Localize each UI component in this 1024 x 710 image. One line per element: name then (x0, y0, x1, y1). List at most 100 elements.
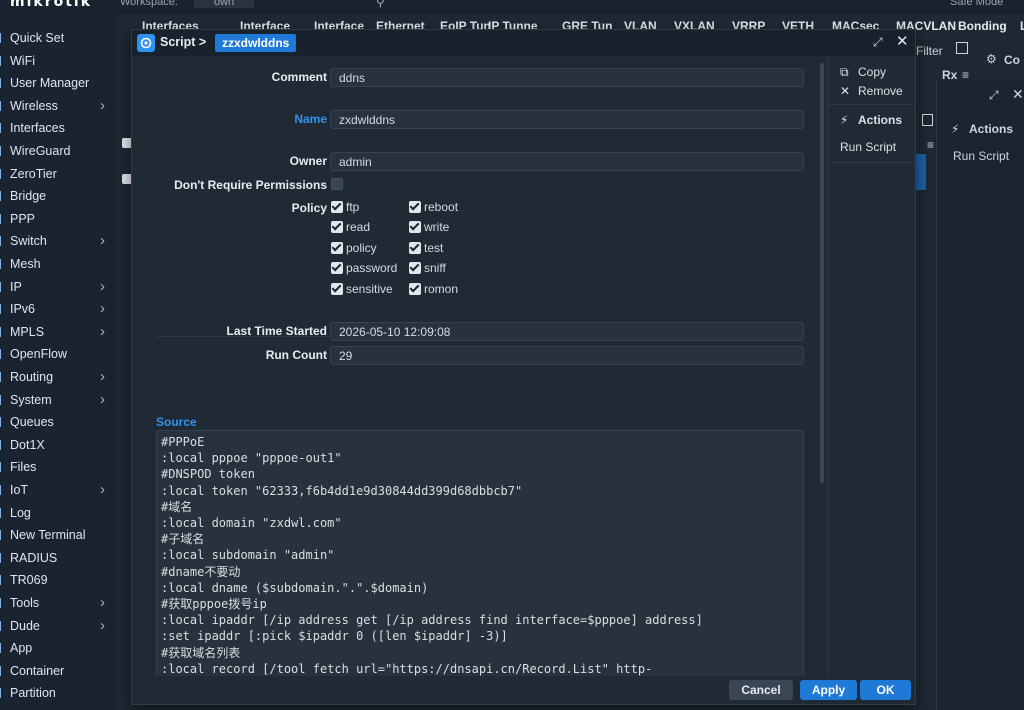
sidebar-item-zerotier[interactable]: ZeroTier (0, 163, 116, 185)
sidebar-item-partition[interactable]: Partition (0, 682, 116, 704)
top-bar: Workspace: own ⚲ Safe Mode (116, 0, 1024, 14)
sidebar-item-container[interactable]: Container (0, 660, 116, 682)
owner-field[interactable]: admin (330, 152, 804, 171)
run-script-link[interactable]: Run Script (953, 149, 1009, 163)
sidebar-item-iot[interactable]: IoT › (0, 479, 116, 501)
policy-read-checkbox[interactable] (331, 221, 343, 234)
sidebar-item-routing[interactable]: Routing › (0, 366, 116, 388)
sidebar-item-new-terminal[interactable]: New Terminal (0, 524, 116, 546)
policy-romon-checkbox[interactable] (409, 282, 421, 295)
policy-reboot-checkbox[interactable] (409, 201, 421, 213)
policy-policy-checkbox[interactable] (331, 241, 343, 254)
run-script-button[interactable]: Run Script (840, 140, 896, 154)
restore-icon[interactable]: ⤢ (873, 35, 883, 50)
menu-item-icon (0, 372, 3, 382)
ok-button[interactable]: OK (860, 680, 911, 700)
filter-label[interactable]: Filter (916, 44, 943, 58)
menu-item-icon (0, 439, 3, 450)
sidebar-item-log[interactable]: Log (0, 502, 116, 524)
sidebar-item-ipv6[interactable]: IPv6 › (0, 298, 116, 320)
chevron-right-icon: › (100, 322, 105, 340)
actions-heading: Actions (858, 113, 903, 127)
apply-button[interactable]: Apply (800, 680, 857, 700)
sidebar-item-mesh[interactable]: Mesh (0, 253, 116, 275)
sidebar-item-interfaces[interactable]: Interfaces (0, 117, 116, 139)
owner-label: Owner (289, 154, 327, 168)
source-line: #获取pppoe拨号ip (161, 597, 267, 611)
source-line: #dname不要动 (161, 564, 241, 579)
chevron-right-icon: › (100, 390, 105, 408)
menu-item-icon (0, 485, 3, 495)
sidebar-item-system[interactable]: System › (0, 389, 116, 411)
sidebar-item-wireguard[interactable]: WireGuard (0, 140, 116, 162)
tab-bonding[interactable]: Bonding (958, 14, 1007, 38)
cancel-button[interactable]: Cancel (729, 680, 793, 700)
menu-lines-icon[interactable]: ≡ (927, 138, 934, 152)
policy-write-checkbox[interactable] (409, 221, 421, 234)
sidebar-item-ppp[interactable]: PPP (0, 208, 116, 230)
close-icon[interactable]: ✕ (896, 32, 909, 50)
search-icon[interactable]: ⚲ (376, 0, 385, 9)
source-editor[interactable]: #PPPoE:local pppoe "pppoe-out1" #DNSPOD t… (156, 430, 804, 676)
form-scrollbar[interactable] (820, 63, 824, 483)
close-icon[interactable]: ✕ (1012, 86, 1024, 103)
comment-field[interactable]: ddns (330, 68, 804, 87)
sidebar-item-label: App (10, 641, 33, 656)
sidebar-item-label: WiFi (10, 53, 35, 68)
dont-require-permissions-checkbox[interactable] (331, 178, 343, 190)
sidebar-item-wifi[interactable]: WiFi (0, 50, 116, 72)
sidebar-item-label: New Terminal (10, 528, 86, 543)
menu-item-icon (0, 191, 3, 202)
sidebar-item-ip[interactable]: IP › (0, 276, 116, 298)
sidebar-item-mpls[interactable]: MPLS › (0, 321, 116, 343)
policy-password-checkbox[interactable] (331, 262, 343, 275)
divider (828, 162, 916, 163)
safe-mode-label[interactable]: Safe Mode (950, 0, 1003, 8)
sidebar-item-openflow[interactable]: OpenFlow (0, 343, 116, 365)
copy-button[interactable]: Copy (858, 65, 886, 79)
policy-sniff-checkbox[interactable] (409, 262, 421, 275)
menu-item-icon (0, 417, 3, 428)
menu-item-icon (0, 281, 3, 292)
sidebar-item-tools[interactable]: Tools › (0, 592, 116, 614)
sidebar-item-dude[interactable]: Dude › (0, 615, 116, 637)
policy-write-label: write (424, 220, 450, 235)
sidebar-item-user-manager[interactable]: User Manager (0, 72, 116, 94)
columns-tab-label[interactable]: Co (1004, 53, 1020, 67)
menu-item-icon (0, 33, 3, 43)
panel-toggle-icon[interactable] (922, 114, 933, 126)
source-line: :local subdomain "admin" (161, 548, 335, 563)
sidebar-item-app[interactable]: App (0, 637, 116, 659)
sidebar-item-wireless[interactable]: Wireless › (0, 95, 116, 117)
sidebar-item-label: Wireless (10, 98, 58, 113)
mikrotik-logo: MikroTik (10, 0, 93, 10)
policy-test-checkbox[interactable] (409, 241, 421, 254)
sidebar-item-label: Mesh (10, 257, 41, 271)
sidebar-item-queues[interactable]: Queues (0, 411, 116, 433)
columns-icon[interactable] (956, 42, 968, 54)
workspace-select[interactable]: own (194, 0, 255, 8)
sidebar-item-files[interactable]: Files (0, 456, 116, 478)
policy-ftp-checkbox[interactable] (331, 201, 343, 213)
source-line: #PPPoE (161, 435, 205, 449)
name-field[interactable]: zxdwlddns (330, 110, 804, 129)
sidebar-item-label: Container (10, 663, 65, 678)
sidebar-item-tr069[interactable]: TR069 (0, 569, 116, 591)
tab-l[interactable]: L (1020, 14, 1024, 38)
workspace-label: Workspace: (120, 0, 178, 8)
sidebar-item-dot1x[interactable]: Dot1X (0, 434, 116, 456)
sidebar-item-switch[interactable]: Switch › (0, 230, 116, 252)
restore-icon[interactable]: ⤢ (989, 88, 999, 103)
sidebar-item-radius[interactable]: RADIUS (0, 547, 116, 569)
gear-icon[interactable]: ⚙ (986, 52, 997, 66)
gear-icon (137, 34, 155, 52)
policy-sensitive-checkbox[interactable] (331, 282, 343, 295)
sidebar-item-bridge[interactable]: Bridge (0, 185, 116, 207)
lightning-icon: ⚡ (840, 113, 849, 127)
policy-read-label: read (346, 220, 371, 235)
remove-button[interactable]: Remove (858, 84, 903, 98)
dialog-side-panel: ⧉ Copy ✕ Remove ⚡ Actions Run Script (827, 56, 916, 676)
chevron-right-icon: › (100, 481, 105, 498)
sidebar-item-quick-set[interactable]: Quick Set (0, 27, 116, 49)
dialog-titlebar[interactable]: Script > zzxdwlddns ⤢ ✕ (132, 30, 915, 56)
